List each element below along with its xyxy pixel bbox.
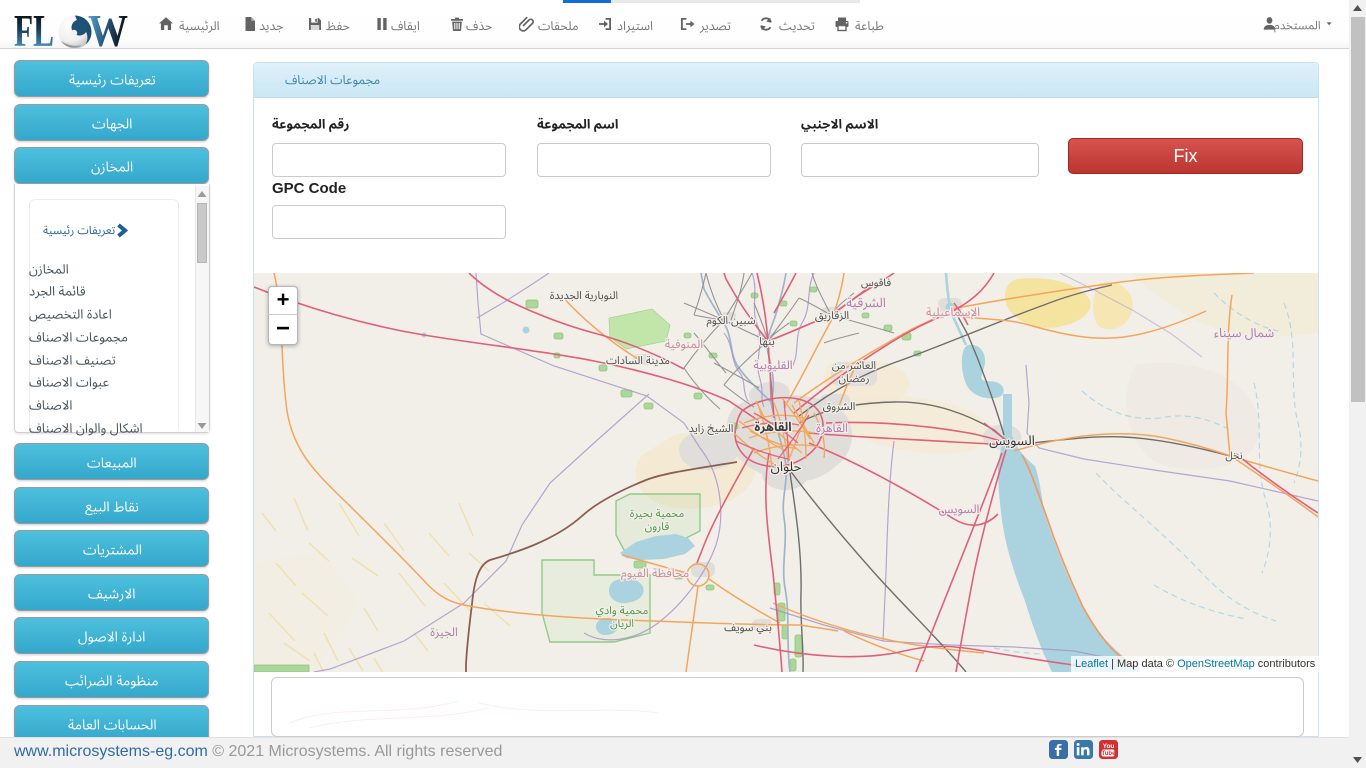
svg-text:FL: FL [14,6,54,49]
svg-text:W: W [88,6,128,49]
svg-text:You: You [1103,743,1115,750]
svg-text:Tube: Tube [1102,751,1117,757]
